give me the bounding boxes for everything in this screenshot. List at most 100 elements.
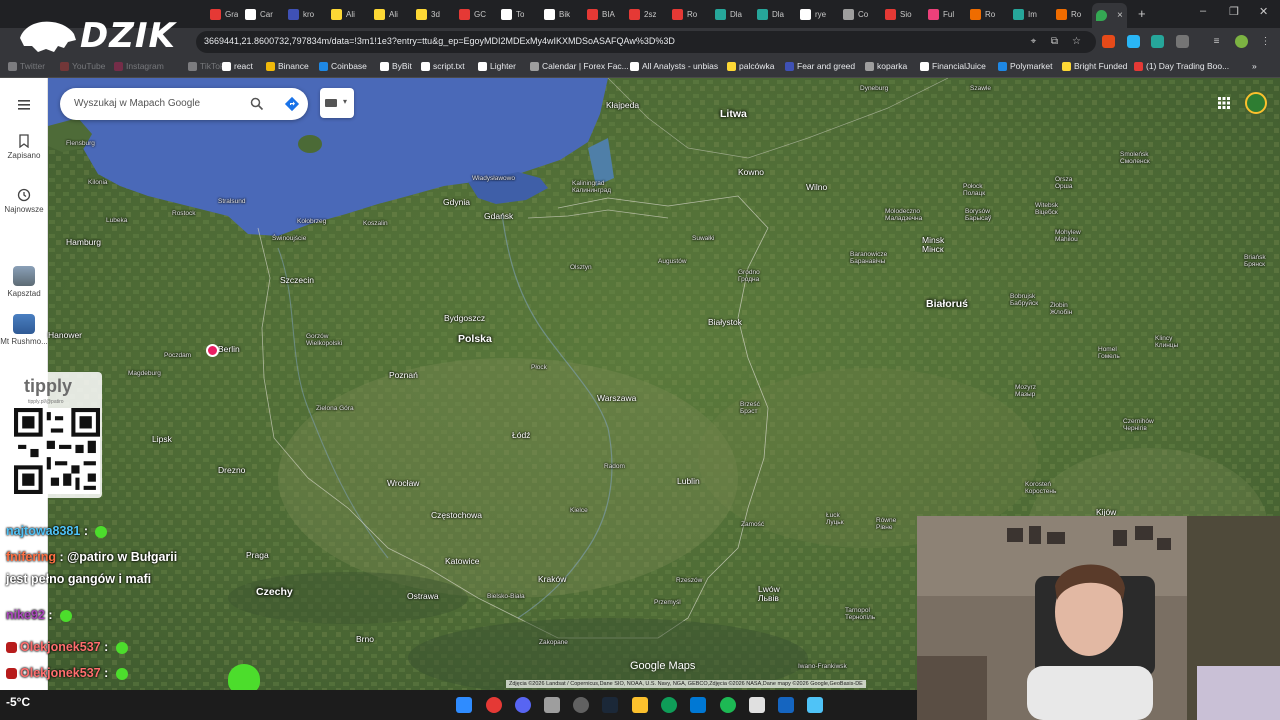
city-label[interactable]: Lipsk xyxy=(152,435,172,444)
city-label[interactable]: Kilonia xyxy=(88,179,108,187)
bookmark-item[interactable]: react xyxy=(222,61,253,71)
bookmark-item[interactable]: (1) Day Trading Boo... xyxy=(1134,61,1229,71)
city-label[interactable]: Brno xyxy=(356,635,374,644)
browser-tab[interactable]: Ali xyxy=(374,5,398,23)
city-label[interactable]: Bobrujsk Бабруйск xyxy=(1010,293,1038,308)
city-label[interactable]: Borysów Барысаў xyxy=(965,208,991,223)
extension-3-icon[interactable] xyxy=(1151,35,1164,48)
weather-widget[interactable]: -5°C xyxy=(6,695,30,709)
profile-avatar-icon[interactable] xyxy=(1235,35,1248,48)
bookmark-item[interactable]: Fear and greed xyxy=(785,61,855,71)
app-taskbar-icon-3[interactable] xyxy=(690,697,706,713)
browser-tab[interactable]: Im xyxy=(1013,5,1037,23)
obs-taskbar-icon[interactable] xyxy=(573,697,589,713)
city-label[interactable]: Kaliningrad Калининград xyxy=(572,180,611,195)
bookmark-item[interactable]: koparka xyxy=(865,61,907,71)
browser-tab[interactable]: Ro xyxy=(1056,5,1081,23)
city-label[interactable]: Briańsk Брянск xyxy=(1244,254,1266,269)
browser-menu-icon[interactable]: ⋮ xyxy=(1260,36,1271,47)
account-avatar[interactable] xyxy=(1245,92,1267,114)
city-label[interactable]: Władysławowo xyxy=(472,175,515,183)
city-label[interactable]: Augustów xyxy=(658,258,687,266)
city-label[interactable]: Lubeka xyxy=(106,217,127,225)
city-label[interactable]: Rostock xyxy=(172,210,195,218)
city-label[interactable]: Hamburg xyxy=(66,238,101,247)
city-label[interactable]: Katowice xyxy=(445,557,480,566)
city-label[interactable]: Molodeczno Маладзечна xyxy=(885,208,922,223)
saved-place-pin[interactable] xyxy=(206,344,219,357)
recent-button[interactable]: Najnowsze xyxy=(0,188,48,214)
browser-tab[interactable]: Ro xyxy=(970,5,995,23)
maps-search-box[interactable]: Wyszukaj w Mapach Google xyxy=(60,88,308,120)
city-label[interactable]: Olsztyn xyxy=(570,264,592,272)
city-label[interactable]: Wilno xyxy=(806,183,827,192)
bookmark-item[interactable]: script.txt xyxy=(421,61,465,71)
city-label[interactable]: Baranowicze Баранавічы xyxy=(850,251,887,266)
city-label[interactable]: Kowno xyxy=(738,168,764,177)
reading-list-icon[interactable]: ≡ xyxy=(1211,36,1222,47)
city-label[interactable]: Tarnopol Тернопіль xyxy=(845,607,875,622)
city-label[interactable]: Łódź xyxy=(512,431,530,440)
browser-tab[interactable]: GC xyxy=(459,5,486,23)
city-label[interactable]: Łuck Луцьк xyxy=(826,512,844,527)
bookmark-item[interactable]: Polymarket xyxy=(998,61,1053,71)
city-label[interactable]: Korosteń Коростень xyxy=(1025,481,1056,496)
city-label[interactable]: Kielce xyxy=(570,507,588,515)
city-label[interactable]: Stralsund xyxy=(218,198,245,206)
city-label[interactable]: Smoleńsk Смоленск xyxy=(1120,151,1150,166)
layers-button[interactable]: ▾ xyxy=(320,88,354,118)
city-label[interactable]: Gdańsk xyxy=(484,212,513,221)
app-taskbar-icon-2[interactable] xyxy=(661,697,677,713)
app-taskbar-icon-1[interactable] xyxy=(544,697,560,713)
city-label[interactable]: Mohylew Mahilou xyxy=(1055,229,1081,244)
steam-taskbar-icon[interactable] xyxy=(602,697,618,713)
city-label[interactable]: Iwano-Frankiwsk xyxy=(798,663,847,671)
search-placeholder[interactable]: Wyszukaj w Mapach Google xyxy=(74,98,200,109)
recent-place-kapsztad[interactable]: Kapsztad xyxy=(0,266,48,298)
close-window-button[interactable]: ✕ xyxy=(1259,5,1268,18)
city-label[interactable]: Suwałki xyxy=(692,235,714,243)
city-label[interactable]: Gdynia xyxy=(443,198,470,207)
app-taskbar-icon-4[interactable] xyxy=(749,697,765,713)
bookmark-item[interactable]: Instagram xyxy=(114,61,164,71)
extensions-puzzle-icon[interactable] xyxy=(1176,35,1189,48)
map-attribution[interactable]: Zdjęcia ©2026 Landsat / Copernicus,Dane … xyxy=(506,680,866,688)
browser-tab[interactable]: Ali xyxy=(331,5,355,23)
city-label[interactable]: Połock Полацк xyxy=(963,183,985,198)
city-label[interactable]: Szczecin xyxy=(280,276,314,285)
city-label[interactable]: Koszalin xyxy=(363,220,388,228)
install-app-icon[interactable]: ⧉ xyxy=(1049,36,1060,47)
city-label[interactable]: Poznań xyxy=(389,371,418,380)
browser-tab[interactable]: Ful xyxy=(928,5,954,23)
city-label[interactable]: Poczdam xyxy=(164,352,191,360)
city-label[interactable]: Zamość xyxy=(741,521,764,529)
bookmark-item[interactable]: palcówka xyxy=(727,61,774,71)
city-label[interactable]: Kraków xyxy=(538,575,566,584)
city-label[interactable]: Szawle xyxy=(970,85,991,93)
app-taskbar-icon-5[interactable] xyxy=(778,697,794,713)
bookmark-item[interactable]: YouTube xyxy=(60,61,105,71)
minimize-button[interactable]: – xyxy=(1200,5,1206,17)
browser-tab[interactable]: 3d xyxy=(416,5,440,23)
menu-button[interactable] xyxy=(0,98,48,115)
file-explorer-taskbar-icon[interactable] xyxy=(632,697,648,713)
city-label[interactable]: Lwów Львів xyxy=(758,585,780,603)
url-box[interactable]: 3669441,21.8600732,797834m/data=!3m1!1e3… xyxy=(196,31,1096,53)
spotify-taskbar-icon[interactable] xyxy=(720,697,736,713)
bookmark-item[interactable]: ByBit xyxy=(380,61,412,71)
city-label[interactable]: Świnoujście xyxy=(272,235,306,243)
maximize-button[interactable]: ❐ xyxy=(1229,5,1239,18)
city-label[interactable]: Warszawa xyxy=(597,394,636,403)
saved-button[interactable]: Zapisano xyxy=(0,134,48,160)
chrome-taskbar-icon[interactable] xyxy=(486,697,502,713)
bookmarks-overflow-button[interactable]: » xyxy=(1252,61,1257,71)
browser-tab[interactable]: BIA xyxy=(587,5,615,23)
city-label[interactable]: Białystok xyxy=(708,318,742,327)
browser-tab[interactable]: kro xyxy=(288,5,314,23)
browser-tab[interactable]: rye xyxy=(800,5,826,23)
city-label[interactable]: Radom xyxy=(604,463,625,471)
bookmark-item[interactable]: FinancialJuice xyxy=(920,61,986,71)
city-label[interactable]: Hanower xyxy=(48,331,82,340)
browser-tab[interactable]: 2sz xyxy=(629,5,656,23)
city-label[interactable]: Klincy Клинцы xyxy=(1155,335,1178,350)
